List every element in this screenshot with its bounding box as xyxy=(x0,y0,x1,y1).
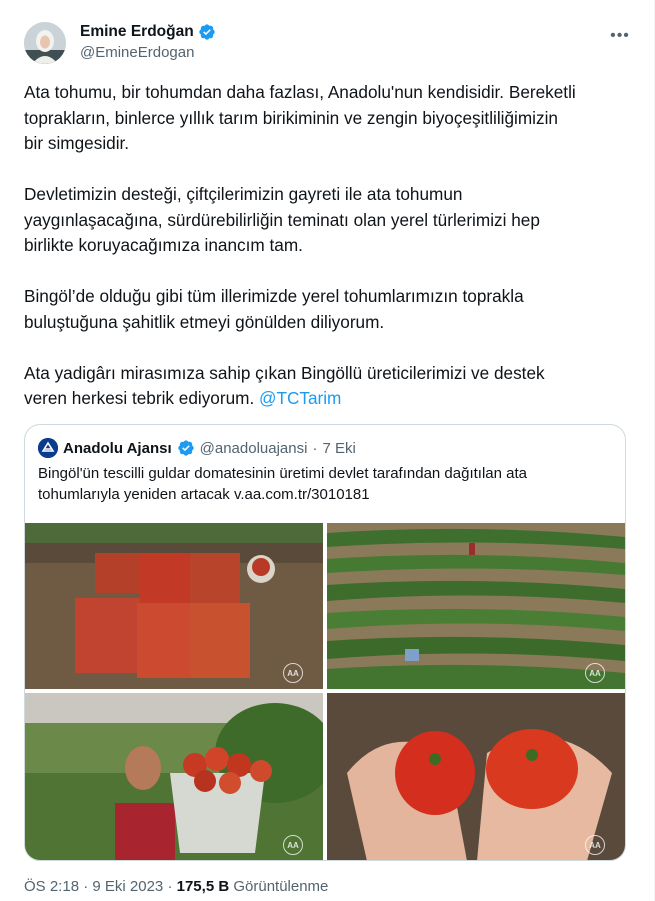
mention-link[interactable]: @TCTarim xyxy=(259,388,341,408)
tweet-paragraph-1: Ata tohumu, bir tohumdan daha fazlası, A… xyxy=(24,82,576,153)
author-avatar[interactable] xyxy=(24,22,66,64)
watermark-logo: AA xyxy=(283,663,303,683)
photo-farmer-bucket[interactable]: AA xyxy=(25,693,323,860)
author-display-name[interactable]: Emine Erdoğan xyxy=(80,23,194,41)
photo-tomato-field[interactable]: AA xyxy=(327,523,625,689)
tweet-paragraph-2: Devletimizin desteği, çiftçilerimizin ga… xyxy=(24,184,540,255)
watermark-logo: AA xyxy=(585,663,605,683)
tweet-paragraph-3: Bingöl’de olduğu gibi tüm illerimizde ye… xyxy=(24,286,524,332)
media-grid: AA AA AA AA xyxy=(25,523,625,860)
quoted-author-name[interactable]: Anadolu Ajansı xyxy=(63,440,172,457)
more-options-icon[interactable]: ••• xyxy=(608,26,632,46)
quoted-tweet-text: Bingöl'ün tescilli guldar domatesinin ür… xyxy=(38,465,527,503)
author-handle[interactable]: @EmineErdogan xyxy=(80,44,216,61)
display-name-row: Emine Erdoğan xyxy=(80,23,216,41)
verified-badge-icon[interactable] xyxy=(198,23,216,41)
tweet-card: Emine Erdoğan @EmineErdogan ••• Ata tohu… xyxy=(0,0,655,901)
photo-tomato-crates[interactable]: AA xyxy=(25,523,323,689)
author-names: Emine Erdoğan @EmineErdogan xyxy=(80,23,216,61)
quoted-verified-badge-icon xyxy=(177,439,195,457)
views-label: Görüntülenme xyxy=(233,878,329,895)
quoted-tweet-header: Anadolu Ajansı @anadoluajansi · 7 Eki xyxy=(38,438,356,458)
quoted-author-avatar[interactable] xyxy=(38,438,58,458)
meta-separator-2: · xyxy=(167,878,173,895)
watermark-logo: AA xyxy=(585,835,605,855)
watermark-logo: AA xyxy=(283,835,303,855)
quoted-author-handle: @anadoluajansi xyxy=(199,439,308,457)
views-count[interactable]: 175,5 B xyxy=(177,878,230,895)
quoted-tweet[interactable]: Anadolu Ajansı @anadoluajansi · 7 Eki Bi… xyxy=(24,424,626,861)
tweet-time[interactable]: ÖS 2:18 xyxy=(24,878,79,895)
tweet-text: Ata tohumu, bir tohumdan daha fazlası, A… xyxy=(24,80,634,412)
quoted-date[interactable]: 7 Eki xyxy=(322,440,355,457)
photo-tomatoes-in-hands[interactable]: AA xyxy=(327,693,625,860)
quoted-separator: · xyxy=(312,439,318,457)
tweet-meta: ÖS 2:18 · 9 Eki 2023 · 175,5 B Görüntüle… xyxy=(24,878,328,895)
meta-separator: · xyxy=(83,878,89,895)
tweet-header: Emine Erdoğan @EmineErdogan ••• xyxy=(24,20,634,66)
tweet-paragraph-4: Ata yadigârı mirasımıza sahip çıkan Bing… xyxy=(24,361,634,412)
tweet-date[interactable]: 9 Eki 2023 xyxy=(92,878,163,895)
